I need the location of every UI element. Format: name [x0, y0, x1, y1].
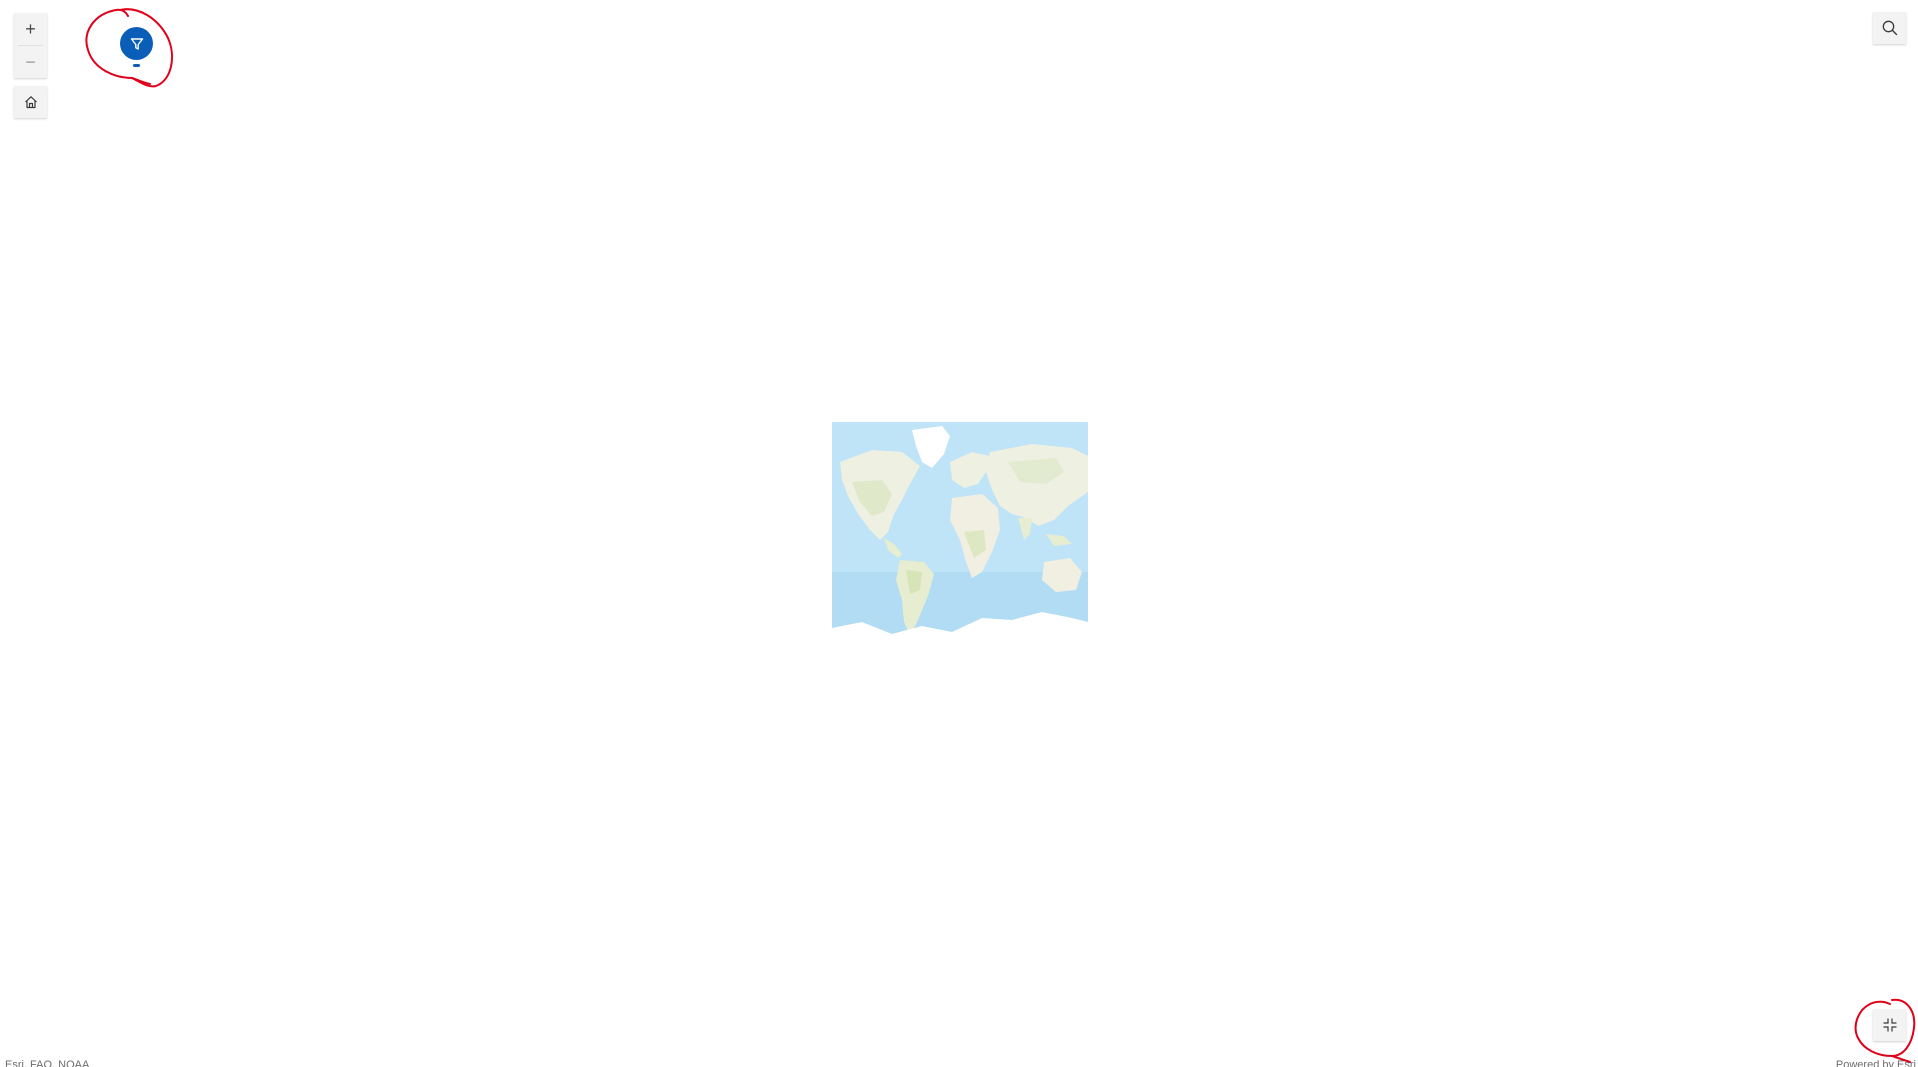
map-view[interactable]: + − Esri, FAO, NOAA Powered by Esri — [0, 0, 1918, 1067]
world-map-tile[interactable] — [832, 422, 1088, 678]
plus-icon: + — [25, 19, 36, 39]
filter-active-indicator — [133, 64, 140, 67]
exit-fullscreen-icon — [1883, 1018, 1896, 1032]
exit-fullscreen-button[interactable] — [1873, 1009, 1906, 1041]
filter-icon — [130, 37, 143, 50]
zoom-controls: + − — [14, 13, 47, 78]
zoom-in-button[interactable]: + — [14, 13, 47, 45]
home-button[interactable] — [14, 86, 47, 118]
search-icon — [1882, 20, 1897, 36]
zoom-out-button[interactable]: − — [14, 46, 47, 78]
filter-button[interactable] — [120, 27, 153, 60]
map-attribution[interactable]: Esri, FAO, NOAA — [5, 1059, 89, 1067]
powered-by-attribution[interactable]: Powered by Esri — [1836, 1059, 1916, 1067]
home-icon — [24, 96, 37, 109]
search-button[interactable] — [1873, 12, 1906, 44]
minus-icon: − — [25, 52, 36, 72]
